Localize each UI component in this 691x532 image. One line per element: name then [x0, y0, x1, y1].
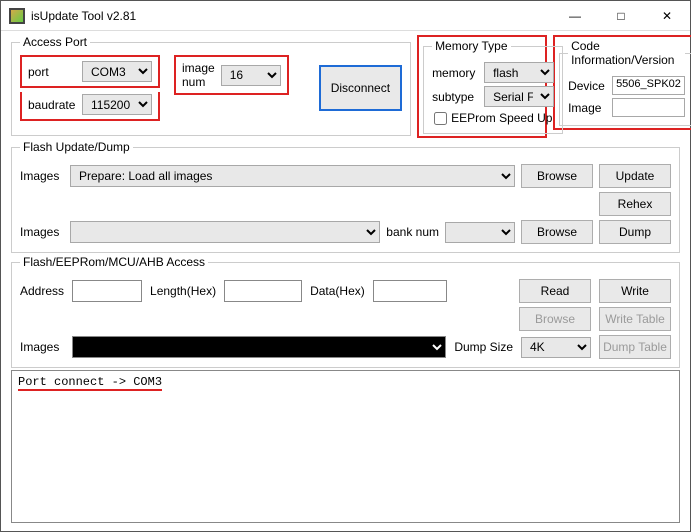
flash-update-legend: Flash Update/Dump	[20, 140, 133, 154]
disconnect-button[interactable]: Disconnect	[319, 65, 402, 111]
close-button[interactable]: ✕	[644, 1, 690, 30]
window-title: isUpdate Tool v2.81	[31, 9, 552, 23]
address-field[interactable]	[72, 280, 142, 302]
image-value	[612, 98, 685, 117]
memory-select[interactable]: flash	[484, 62, 554, 83]
address-label: Address	[20, 284, 64, 298]
access-port-group: Access Port port COM3 baudrate 115200 im…	[11, 35, 411, 136]
eeprom-speedup[interactable]: EEProm Speed Up	[434, 111, 554, 125]
images-select-2[interactable]	[70, 221, 380, 243]
dumpsize-label: Dump Size	[454, 340, 513, 354]
dump-table-button: Dump Table	[599, 335, 671, 359]
baud-label: baudrate	[28, 98, 76, 112]
log-area[interactable]: Port connect -> COM3	[11, 370, 680, 523]
flash-update-group: Flash Update/Dump Images Prepare: Load a…	[11, 140, 680, 253]
data-field[interactable]	[373, 280, 447, 302]
images-label-2: Images	[20, 225, 64, 239]
browse-button-1[interactable]: Browse	[521, 164, 593, 188]
image-num-block: image num 16	[174, 55, 289, 95]
port-select[interactable]: COM3	[82, 61, 152, 82]
image-num-label: image num	[182, 61, 215, 89]
memory-label: memory	[432, 66, 480, 80]
code-info-outline: Code Information/Version Device 5506_SPK…	[553, 35, 691, 130]
images-label-1: Images	[20, 169, 64, 183]
read-button[interactable]: Read	[519, 279, 591, 303]
length-label: Length(Hex)	[150, 284, 216, 298]
write-button[interactable]: Write	[599, 279, 671, 303]
data-label: Data(Hex)	[310, 284, 365, 298]
baud-block: baudrate 115200	[20, 92, 160, 121]
app-icon	[9, 8, 25, 24]
code-info-legend: Code Information/Version	[568, 39, 685, 67]
maximize-button[interactable]: □	[598, 1, 644, 30]
image-num-select[interactable]: 16	[221, 65, 281, 86]
subtype-select[interactable]: Serial Flash	[484, 86, 554, 107]
rehex-button[interactable]: Rehex	[599, 192, 671, 216]
code-info-group: Code Information/Version Device 5506_SPK…	[559, 39, 691, 126]
device-value: 5506_SPK02	[612, 76, 685, 95]
access-port-legend: Access Port	[20, 35, 90, 49]
device-label: Device	[568, 79, 608, 93]
images-select[interactable]: Prepare: Load all images	[70, 165, 515, 187]
write-table-button: Write Table	[599, 307, 671, 331]
eeprom-label: EEProm Speed Up	[451, 111, 552, 125]
port-block: port COM3	[20, 55, 160, 88]
port-label: port	[28, 65, 76, 79]
minimize-button[interactable]: —	[552, 1, 598, 30]
baud-select[interactable]: 115200	[82, 94, 152, 115]
access-group: Flash/EEPRom/MCU/AHB Access Address Leng…	[11, 255, 680, 368]
access-legend: Flash/EEPRom/MCU/AHB Access	[20, 255, 208, 269]
images-label-3: Images	[20, 340, 64, 354]
banknum-select[interactable]	[445, 222, 515, 243]
subtype-label: subtype	[432, 90, 480, 104]
memory-type-legend: Memory Type	[432, 39, 510, 53]
dump-button[interactable]: Dump	[599, 220, 671, 244]
dumpsize-select[interactable]: 4K	[521, 337, 591, 358]
log-line: Port connect -> COM3	[18, 375, 162, 391]
banknum-label: bank num	[386, 225, 439, 239]
image-label: Image	[568, 101, 608, 115]
title-bar: isUpdate Tool v2.81 — □ ✕	[1, 1, 690, 31]
images-select-3[interactable]	[72, 336, 446, 358]
length-field[interactable]	[224, 280, 302, 302]
window-buttons: — □ ✕	[552, 1, 690, 30]
memory-type-group: Memory Type memory flash subtype Serial …	[423, 39, 563, 134]
browse-button-2[interactable]: Browse	[521, 220, 593, 244]
update-button[interactable]: Update	[599, 164, 671, 188]
memory-type-outline: Memory Type memory flash subtype Serial …	[417, 35, 547, 138]
eeprom-checkbox[interactable]	[434, 112, 447, 125]
browse-button-3: Browse	[519, 307, 591, 331]
